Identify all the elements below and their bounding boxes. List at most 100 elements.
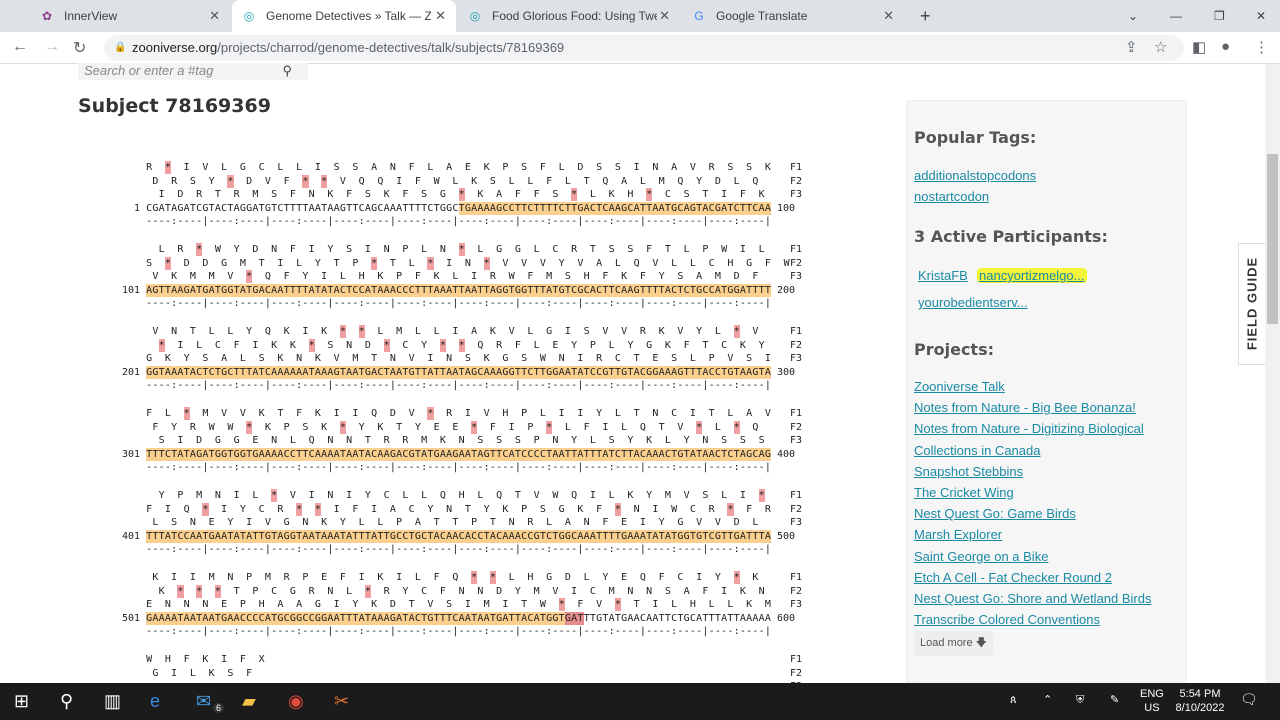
amino-acid: L <box>558 162 565 173</box>
amino-acid: P <box>402 244 409 255</box>
amino-acid: Q <box>639 572 646 583</box>
scrollbar[interactable] <box>1265 64 1280 683</box>
project-link[interactable]: Snapshot Stebbins <box>914 464 1023 479</box>
amino-acid: Y <box>421 339 428 351</box>
search-icon[interactable]: ⚲ <box>60 691 73 711</box>
amino-acid: N <box>446 353 453 365</box>
tab-genome-detectives[interactable]: ◎ Genome Detectives » Talk — Zoo ✕ <box>232 0 456 32</box>
profile-avatar-icon[interactable]: ● <box>1221 38 1230 55</box>
participant-link[interactable]: KristaFB <box>918 268 968 283</box>
amino-acid: T <box>464 503 471 515</box>
amino-acid: R <box>233 189 240 201</box>
back-icon[interactable]: ← <box>12 38 28 56</box>
search-icon[interactable]: ⚲ <box>282 63 292 78</box>
amino-acid: L <box>296 257 303 269</box>
project-link[interactable]: Collections in Canada <box>914 443 1040 458</box>
pen-icon[interactable]: ✎ <box>1110 693 1119 707</box>
amino-acid: R <box>171 175 178 187</box>
scrollbar-thumb[interactable] <box>1267 154 1278 324</box>
amino-acid: A <box>296 599 303 611</box>
project-link[interactable]: The Cricket Wing <box>914 485 1014 500</box>
amino-acid: T <box>452 517 459 529</box>
amino-acid: F <box>433 572 440 583</box>
participant-link[interactable]: nancyortizmelgo... <box>977 268 1087 283</box>
reload-icon[interactable]: ↻ <box>73 38 86 58</box>
amino-acid: H <box>627 189 634 201</box>
tab-innerview[interactable]: ✿ InnerView ✕ <box>30 0 230 32</box>
snipping-tool-icon[interactable]: ✂ <box>334 691 349 711</box>
file-explorer-icon[interactable]: ▰ <box>242 691 256 711</box>
tab-google-translate[interactable]: G Google Translate ✕ <box>682 0 904 32</box>
project-link[interactable]: Transcribe Colored Conventions <box>914 612 1100 627</box>
project-link[interactable]: Notes from Nature - Digitizing Biologica… <box>914 421 1144 436</box>
menu-kebab-icon[interactable]: ⋮ <box>1254 38 1269 56</box>
close-icon[interactable]: ✕ <box>435 8 446 24</box>
project-link[interactable]: Notes from Nature - Big Bee Bonanza! <box>914 400 1136 415</box>
notification-icon[interactable]: 🗨 <box>1240 692 1258 706</box>
language-indicator[interactable]: ENG US <box>1140 687 1164 715</box>
frame-label: F3 <box>790 189 803 201</box>
close-icon[interactable]: ✕ <box>209 8 220 24</box>
tray-chevron-icon[interactable]: ⌃ <box>1043 693 1052 707</box>
page-title: Subject 78169369 <box>78 95 271 117</box>
restore-icon[interactable]: ❐ <box>1204 0 1235 32</box>
amino-acid: V <box>408 353 415 365</box>
stop-codon-mark: * <box>546 420 553 434</box>
amino-acid: K <box>746 599 753 611</box>
project-link[interactable]: Saint George on a Bike <box>914 549 1048 564</box>
project-link[interactable]: Nest Quest Go: Shore and Wetland Birds <box>914 591 1152 606</box>
share-icon[interactable]: ⇪ <box>1125 38 1138 56</box>
amino-acid: M <box>396 326 403 337</box>
security-icon[interactable]: ⛨ <box>1076 693 1084 707</box>
amino-acid: G <box>677 517 684 529</box>
talk-search-input[interactable]: Search or enter a #tag ⚲ <box>78 63 308 80</box>
mail-icon[interactable]: ✉ <box>196 691 211 711</box>
tag-link[interactable]: additionalstopcodons <box>914 168 1036 183</box>
project-link[interactable]: Etch A Cell - Fat Checker Round 2 <box>914 570 1112 585</box>
amino-acid: M <box>764 599 771 611</box>
url-input[interactable]: 🔒 zooniverse.org/projects/charrod/genome-… <box>104 35 1184 61</box>
edge-icon[interactable]: e <box>150 691 160 711</box>
bookmark-star-icon[interactable]: ☆ <box>1154 38 1167 56</box>
minimize-icon[interactable]: — <box>1160 0 1192 32</box>
amino-acid: M <box>483 599 490 611</box>
windows-start-icon[interactable]: ⊞ <box>14 691 29 711</box>
people-icon[interactable]: ጰ <box>1010 693 1017 707</box>
amino-acid: N <box>508 517 515 529</box>
chrome-icon[interactable]: ◉ <box>288 691 304 711</box>
field-guide-tab[interactable]: FIELD GUIDE <box>1238 243 1265 365</box>
tag-link[interactable]: nostartcodon <box>914 189 989 204</box>
amino-acid: T <box>371 353 378 365</box>
tab-bar: ✿ InnerView ✕ ◎ Genome Detectives » Talk — … <box>0 0 1280 32</box>
frame-row: S * D D G M T I L Y T P * T L * I N * V … <box>146 256 802 270</box>
tab-food-glorious-food[interactable]: ◎ Food Glorious Food: Using Twee ✕ <box>458 0 680 32</box>
amino-acid: D <box>496 585 503 597</box>
amino-acid: M <box>664 490 671 501</box>
amino-acid: V <box>602 326 609 337</box>
stop-codon-mark: * <box>296 502 303 516</box>
project-link[interactable]: Zooniverse Talk <box>914 379 1005 394</box>
side-panel-icon[interactable]: ◧ <box>1192 38 1206 56</box>
close-icon[interactable]: ✕ <box>659 8 670 24</box>
amino-acid: Y <box>402 585 409 597</box>
tab-search-chevron-icon[interactable]: ⌄ <box>1118 0 1148 32</box>
amino-acid: L <box>527 326 534 337</box>
amino-acid: Y <box>414 421 421 433</box>
close-window-icon[interactable]: ✕ <box>1246 0 1276 32</box>
amino-acid: L <box>589 189 596 201</box>
close-icon[interactable]: ✕ <box>883 8 894 24</box>
stop-codon-mark: * <box>614 502 621 516</box>
amino-acid: K <box>321 517 328 529</box>
participant-link[interactable]: yourobedientserv... <box>918 295 1028 310</box>
amino-acid: P <box>708 353 715 365</box>
forward-icon[interactable]: → <box>44 38 60 56</box>
new-tab-button[interactable]: + <box>910 0 941 32</box>
amino-acid: G <box>558 503 565 515</box>
project-link[interactable]: Marsh Explorer <box>914 527 1002 542</box>
task-view-icon[interactable]: ▥ <box>104 691 121 711</box>
clock[interactable]: 5:54 PM 8/10/2022 <box>1170 687 1230 715</box>
load-more-button[interactable]: Load more 🡇 <box>914 631 993 656</box>
amino-acid: L <box>614 408 621 419</box>
amino-acid: F <box>402 189 409 201</box>
project-link[interactable]: Nest Quest Go: Game Birds <box>914 506 1076 521</box>
